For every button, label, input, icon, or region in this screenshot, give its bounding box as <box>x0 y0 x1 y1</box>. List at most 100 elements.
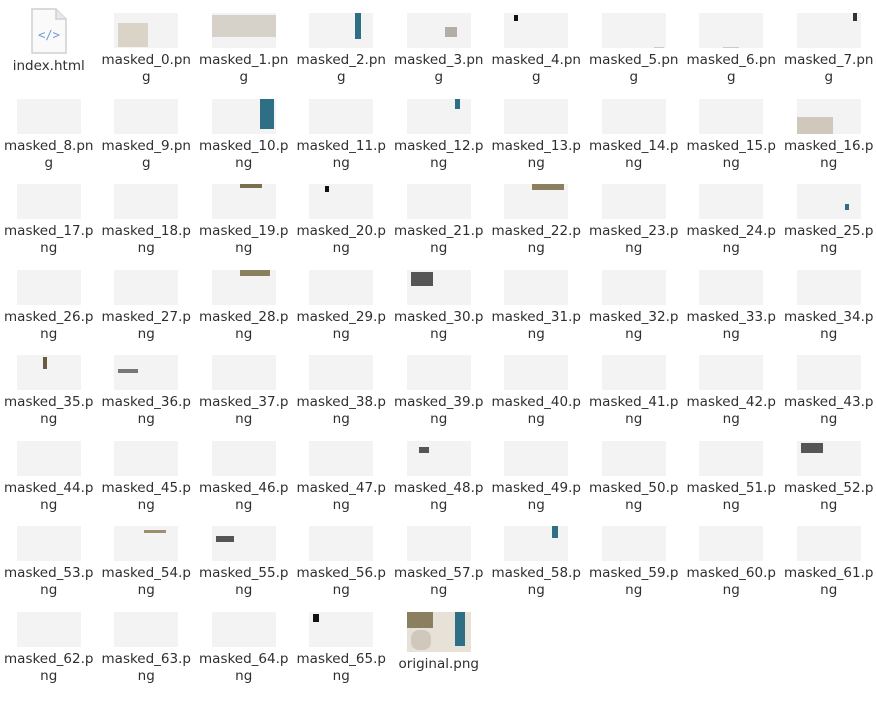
file-item[interactable]: masked_27.png <box>98 257 196 343</box>
file-item[interactable]: masked_62.png <box>0 599 98 685</box>
file-item[interactable]: masked_33.png <box>683 257 781 343</box>
file-item[interactable]: masked_19.png <box>195 171 293 257</box>
file-item[interactable]: masked_2.png <box>293 0 391 86</box>
file-item[interactable]: original.png <box>390 599 488 685</box>
file-item[interactable]: masked_61.png <box>780 513 876 599</box>
file-item[interactable]: masked_26.png <box>0 257 98 343</box>
image-thumbnail <box>114 270 179 305</box>
file-item[interactable]: masked_39.png <box>390 342 488 428</box>
file-item[interactable]: masked_41.png <box>585 342 683 428</box>
file-item[interactable]: masked_64.png <box>195 599 293 685</box>
file-item[interactable]: masked_16.png <box>780 86 876 172</box>
file-name-label: masked_55.png <box>199 565 289 598</box>
image-thumbnail <box>406 355 471 390</box>
file-item[interactable]: masked_44.png <box>0 428 98 514</box>
image-thumbnail <box>114 441 179 476</box>
file-item[interactable]: masked_0.png <box>98 0 196 86</box>
file-item[interactable]: masked_23.png <box>585 171 683 257</box>
file-name-label: masked_51.png <box>686 480 776 513</box>
image-thumbnail <box>504 99 569 134</box>
file-item[interactable]: masked_6.png <box>683 0 781 86</box>
file-item[interactable]: masked_59.png <box>585 513 683 599</box>
file-item[interactable]: masked_34.png <box>780 257 876 343</box>
file-item[interactable]: masked_5.png <box>585 0 683 86</box>
file-item[interactable]: masked_65.png <box>293 599 391 685</box>
file-item[interactable]: masked_12.png <box>390 86 488 172</box>
image-thumbnail <box>796 441 861 476</box>
file-name-label: masked_45.png <box>101 480 191 513</box>
file-item[interactable]: masked_50.png <box>585 428 683 514</box>
file-item[interactable]: masked_40.png <box>488 342 586 428</box>
file-item[interactable]: masked_29.png <box>293 257 391 343</box>
file-item[interactable]: masked_51.png <box>683 428 781 514</box>
file-item[interactable]: masked_11.png <box>293 86 391 172</box>
file-item[interactable]: masked_56.png <box>293 513 391 599</box>
file-item[interactable]: masked_22.png <box>488 171 586 257</box>
file-item[interactable]: masked_28.png <box>195 257 293 343</box>
file-item[interactable]: masked_60.png <box>683 513 781 599</box>
image-thumbnail <box>16 526 81 561</box>
file-grid: </> index.html masked_0.png masked_1.png mas… <box>0 0 876 724</box>
file-name-label: masked_23.png <box>589 223 679 256</box>
file-name-label: masked_47.png <box>296 480 386 513</box>
file-item[interactable]: masked_53.png <box>0 513 98 599</box>
file-item[interactable]: masked_58.png <box>488 513 586 599</box>
file-item[interactable]: masked_10.png <box>195 86 293 172</box>
file-item[interactable]: masked_48.png <box>390 428 488 514</box>
file-name-label: masked_35.png <box>4 394 94 427</box>
file-item[interactable]: masked_7.png <box>780 0 876 86</box>
file-item[interactable]: masked_15.png <box>683 86 781 172</box>
file-name-label: masked_1.png <box>199 52 289 85</box>
file-item[interactable]: masked_1.png <box>195 0 293 86</box>
file-item[interactable]: </> index.html <box>0 0 98 86</box>
file-item[interactable]: masked_49.png <box>488 428 586 514</box>
file-name-label: masked_63.png <box>101 651 191 684</box>
file-item[interactable]: masked_54.png <box>98 513 196 599</box>
file-name-label: original.png <box>398 656 479 672</box>
file-item[interactable]: masked_32.png <box>585 257 683 343</box>
file-item[interactable]: masked_46.png <box>195 428 293 514</box>
file-name-label: masked_17.png <box>4 223 94 256</box>
file-item[interactable]: masked_9.png <box>98 86 196 172</box>
file-item[interactable]: masked_14.png <box>585 86 683 172</box>
file-name-label: masked_58.png <box>491 565 581 598</box>
file-name-label: masked_16.png <box>784 138 874 171</box>
file-name-label: masked_26.png <box>4 309 94 342</box>
file-name-label: masked_9.png <box>101 138 191 171</box>
file-item[interactable]: masked_52.png <box>780 428 876 514</box>
file-item[interactable]: masked_17.png <box>0 171 98 257</box>
file-name-label: masked_21.png <box>394 223 484 256</box>
file-name-label: masked_19.png <box>199 223 289 256</box>
file-item[interactable]: masked_25.png <box>780 171 876 257</box>
file-item[interactable]: masked_57.png <box>390 513 488 599</box>
file-item[interactable]: masked_38.png <box>293 342 391 428</box>
file-item[interactable]: masked_24.png <box>683 171 781 257</box>
file-item[interactable]: masked_30.png <box>390 257 488 343</box>
file-item[interactable]: masked_13.png <box>488 86 586 172</box>
file-item[interactable]: masked_42.png <box>683 342 781 428</box>
file-name-label: masked_5.png <box>589 52 679 85</box>
file-item[interactable]: masked_47.png <box>293 428 391 514</box>
file-item[interactable]: masked_36.png <box>98 342 196 428</box>
file-item[interactable]: masked_3.png <box>390 0 488 86</box>
image-thumbnail <box>601 355 666 390</box>
file-name-label: masked_22.png <box>491 223 581 256</box>
file-item[interactable]: masked_21.png <box>390 171 488 257</box>
file-item[interactable]: masked_37.png <box>195 342 293 428</box>
file-item[interactable]: masked_18.png <box>98 171 196 257</box>
image-thumbnail <box>16 355 81 390</box>
file-item[interactable]: masked_4.png <box>488 0 586 86</box>
file-item[interactable]: masked_55.png <box>195 513 293 599</box>
file-name-label: index.html <box>12 58 85 74</box>
file-item[interactable]: masked_31.png <box>488 257 586 343</box>
file-item[interactable]: masked_45.png <box>98 428 196 514</box>
file-item[interactable]: masked_8.png <box>0 86 98 172</box>
file-name-label: masked_52.png <box>784 480 874 513</box>
image-thumbnail <box>114 526 179 561</box>
image-thumbnail <box>16 441 81 476</box>
image-thumbnail <box>211 612 276 647</box>
file-item[interactable]: masked_63.png <box>98 599 196 685</box>
file-item[interactable]: masked_20.png <box>293 171 391 257</box>
file-item[interactable]: masked_35.png <box>0 342 98 428</box>
file-item[interactable]: masked_43.png <box>780 342 876 428</box>
